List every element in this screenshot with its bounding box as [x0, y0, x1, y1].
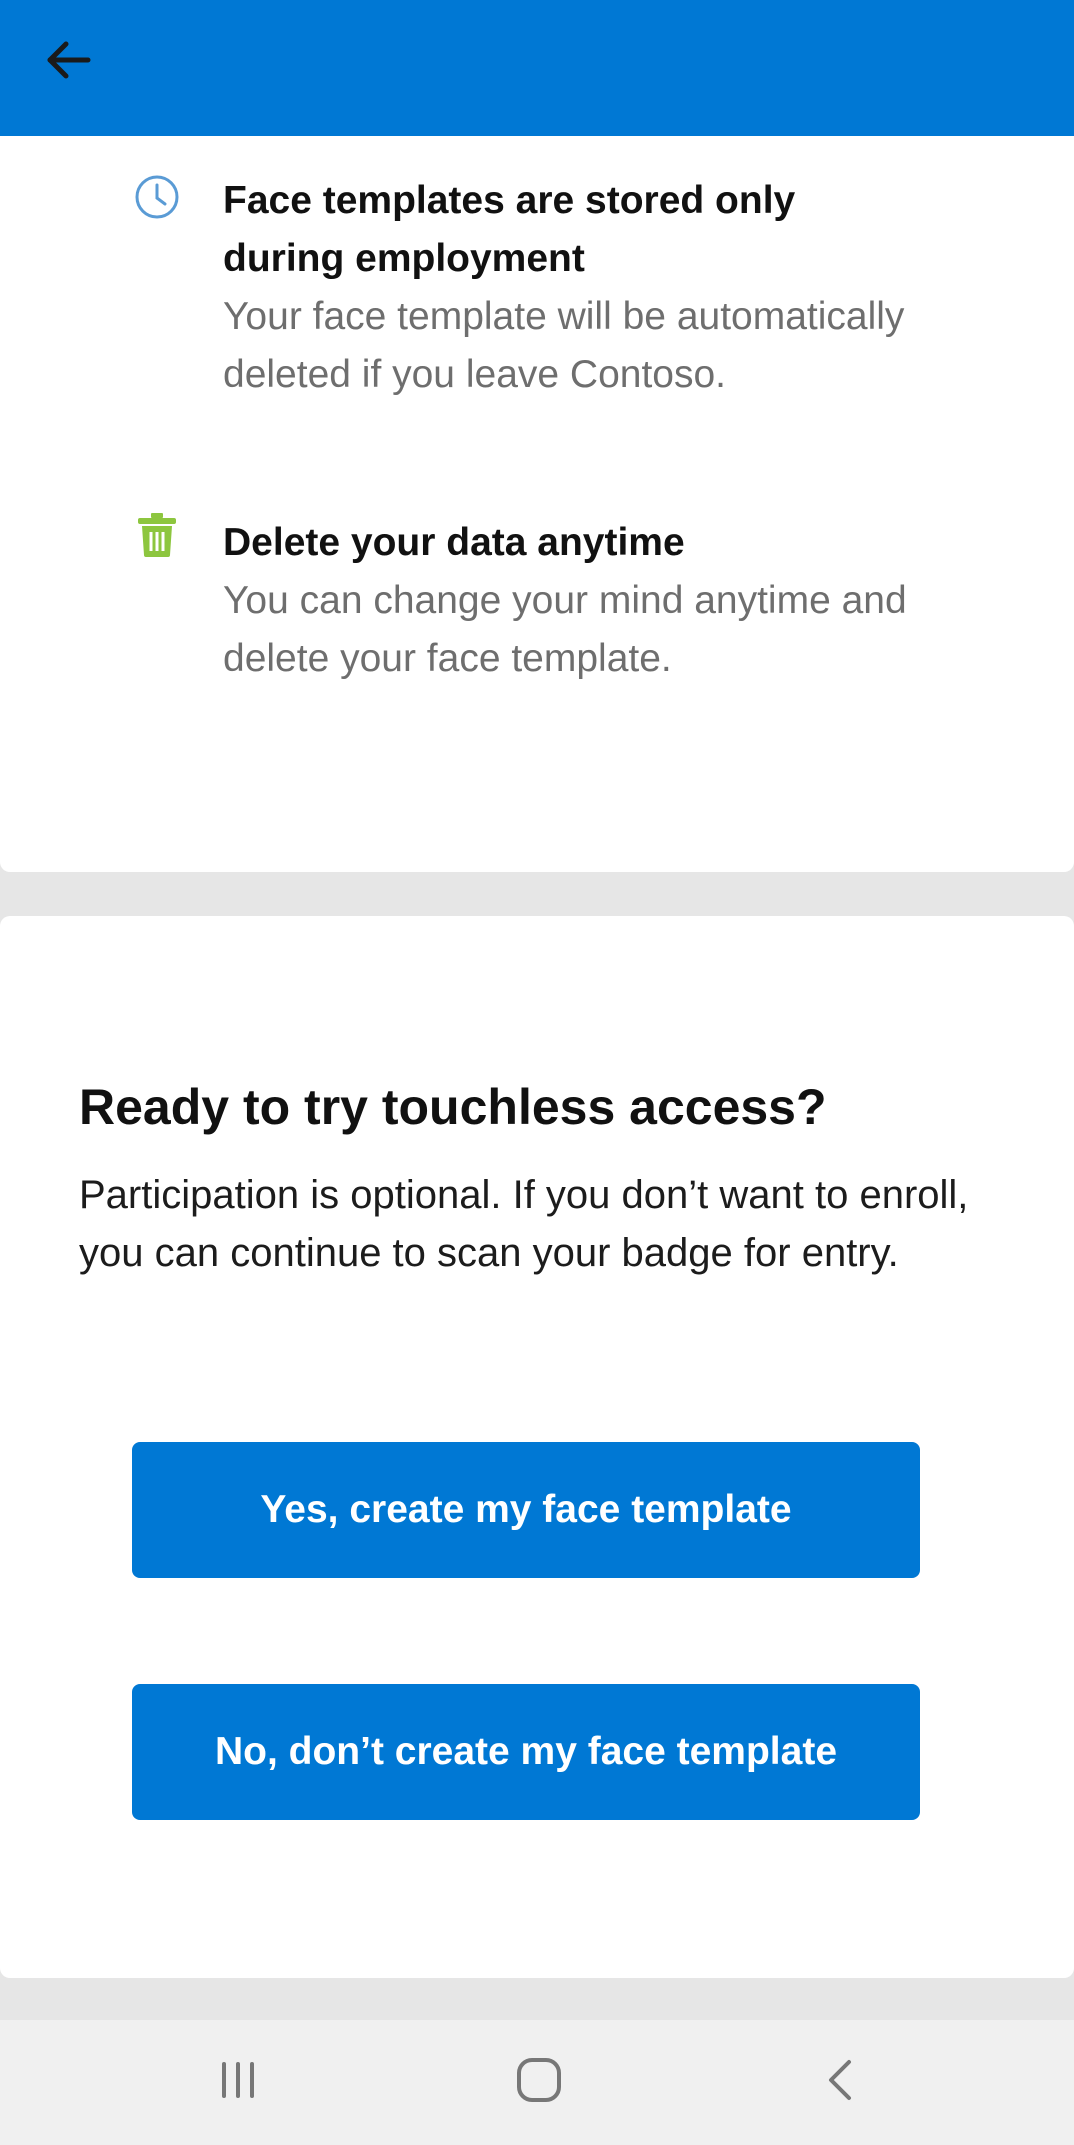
info-card: Face templates are stored only during em… [0, 136, 1074, 872]
info-title: Delete your data anytime [223, 521, 685, 564]
app-bar [0, 0, 1074, 136]
cta-card: Ready to try touchless access? Participa… [0, 916, 1074, 1978]
no-create-template-button[interactable]: No, don’t create my face template [132, 1684, 920, 1820]
arrow-left-icon [44, 36, 92, 89]
home-icon [515, 2056, 563, 2109]
back-button[interactable] [36, 30, 100, 94]
recents-button[interactable] [203, 2050, 273, 2114]
clock-icon [132, 172, 182, 222]
info-description: Your face template will be automatically… [223, 295, 905, 396]
info-title: Face templates are stored only during em… [223, 179, 796, 280]
yes-create-template-button[interactable]: Yes, create my face template [132, 1442, 920, 1578]
system-nav-bar [0, 2020, 1074, 2145]
info-description: You can change your mind anytime and del… [223, 579, 907, 680]
trash-icon [132, 510, 182, 560]
recents-icon [216, 2058, 260, 2107]
cta-heading: Ready to try touchless access? [79, 1079, 827, 1135]
system-back-button[interactable] [806, 2050, 876, 2114]
cta-body: Participation is optional. If you don’t … [79, 1173, 969, 1275]
home-button[interactable] [504, 2050, 574, 2114]
chevron-left-icon [819, 2056, 863, 2109]
